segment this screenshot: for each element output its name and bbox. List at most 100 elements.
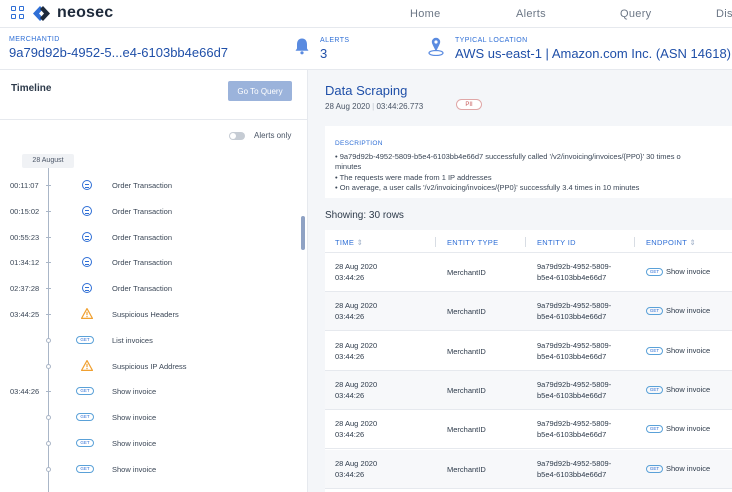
location-value: AWS us-east-1 | Amazon.com Inc. (ASN 146… <box>455 46 732 61</box>
alert-detail-panel: Data Scraping 28 Aug 2020 | 03:44:26.773… <box>308 70 732 492</box>
warning-icon <box>81 308 93 319</box>
cell-entity-id[interactable]: 9a79d92b-4952-5809- <box>537 262 611 272</box>
top-nav: neosec Home Alerts Query Dis <box>0 0 732 28</box>
nav-alerts[interactable]: Alerts <box>516 8 546 20</box>
timeline-label: Show invoice <box>112 465 157 474</box>
cell-endpoint[interactable]: Show invoice <box>666 267 710 277</box>
get-method-badge: GET <box>76 336 94 344</box>
timeline-tick <box>46 211 51 212</box>
col-time[interactable]: TIME ⇕ <box>335 238 363 247</box>
transaction-icon <box>82 257 92 267</box>
nav-query[interactable]: Query <box>620 8 651 20</box>
neosec-logo-icon <box>33 6 50 21</box>
cell-entity-type: MerchantID <box>447 268 486 277</box>
get-method-badge: GET <box>76 465 94 473</box>
table-row[interactable]: 28 Aug 2020 03:44:26 MerchantID 9a79d92b-49… <box>325 410 732 450</box>
cell-entity-id[interactable]: 9a79d92b-4952-5809- <box>537 341 611 351</box>
merchant-caption: MERCHANTID <box>9 36 60 43</box>
nav-discover[interactable]: Dis <box>716 8 732 20</box>
brand-name: neosec <box>57 4 114 21</box>
timeline-time: 00:11:07 <box>10 181 39 190</box>
timeline-label: Suspicious IP Address <box>112 362 187 371</box>
col-endpoint[interactable]: ENDPOINT ⇕ <box>646 238 696 247</box>
table-row[interactable]: 28 Aug 2020 03:44:26 MerchantID 9a79d92b-49… <box>325 292 732 332</box>
timeline-label: Order Transaction <box>112 258 173 267</box>
cell-date: 28 Aug 2020 <box>335 340 378 350</box>
description-line: • The requests were made from 1 IP addre… <box>335 173 492 182</box>
cell-entity-id[interactable]: 9a79d92b-4952-5809- <box>537 419 611 429</box>
cell-entity-id[interactable]: b5e4-6103bb4e66d7 <box>537 391 606 401</box>
cell-entity-id[interactable]: 9a79d92b-4952-5809- <box>537 459 611 469</box>
table-row[interactable]: 28 Aug 2020 03:44:26 MerchantID 9a79d92b-49… <box>325 370 732 410</box>
timeline-time: 03:44:26 <box>10 387 40 396</box>
nav-home[interactable]: Home <box>410 8 441 20</box>
location-caption: TYPICAL LOCATION <box>455 37 528 44</box>
go-to-query-button[interactable]: Go To Query <box>228 81 292 101</box>
cell-entity-id[interactable]: b5e4-6103bb4e66d7 <box>537 273 606 283</box>
cell-time: 03:44:26 <box>335 430 365 440</box>
cell-endpoint[interactable]: Show invoice <box>666 306 710 316</box>
timeline-dot <box>46 467 51 472</box>
cell-time: 03:44:26 <box>335 312 365 322</box>
column-separator[interactable] <box>634 237 635 247</box>
apps-grid-icon[interactable] <box>11 6 25 20</box>
timeline-dot <box>46 441 51 446</box>
cell-entity-id[interactable]: b5e4-6103bb4e66d7 <box>537 352 606 362</box>
timeline-label: Suspicious Headers <box>112 310 179 319</box>
sort-icon[interactable]: ⇕ <box>357 238 364 247</box>
timeline-time: 00:15:02 <box>10 207 40 216</box>
get-method-badge: GET <box>646 268 663 276</box>
merchant-id: 9a79d92b-4952-5...e4-6103bb4e66d7 <box>9 45 229 60</box>
timeline-label: Order Transaction <box>112 207 173 216</box>
column-separator[interactable] <box>525 237 526 247</box>
transaction-icon <box>82 232 92 242</box>
alert-title: Data Scraping <box>325 83 408 98</box>
column-separator[interactable] <box>435 237 436 247</box>
cell-endpoint[interactable]: Show invoice <box>666 385 710 395</box>
sort-icon[interactable]: ⇕ <box>689 238 696 247</box>
get-method-badge: GET <box>646 425 663 434</box>
cell-time: 03:44:26 <box>335 273 365 282</box>
cell-time: 03:44:26 <box>335 390 365 400</box>
divider <box>0 119 308 120</box>
alerts-only-label: Alerts only <box>254 131 292 140</box>
date-chip: 28 August <box>22 154 74 168</box>
timeline-time: 02:37:28 <box>10 284 40 293</box>
table-row[interactable]: 28 Aug 2020 03:44:26 MerchantID 9a79d92b-49… <box>325 332 732 371</box>
timeline-scrollbar[interactable] <box>301 216 305 250</box>
cell-entity-id[interactable]: b5e4-6103bb4e66d7 <box>537 470 606 480</box>
alert-date: 28 Aug 2020 <box>325 102 370 111</box>
get-method-badge: GET <box>646 464 663 473</box>
cell-endpoint[interactable]: Show invoice <box>666 424 710 434</box>
location-pin-icon <box>428 37 444 56</box>
table-row[interactable]: 28 Aug 2020 03:44:26 MerchantID 9a79d92b-49… <box>325 253 732 292</box>
events-table: TIME ⇕ ENTITY TYPE ENTITY ID ENDPOINT ⇕ … <box>325 230 732 492</box>
cell-endpoint[interactable]: Show invoice <box>666 464 710 474</box>
transaction-icon <box>82 206 92 216</box>
alerts-only-toggle[interactable] <box>229 132 245 140</box>
get-method-badge: GET <box>646 385 663 394</box>
cell-entity-id[interactable]: b5e4-6103bb4e66d7 <box>537 430 606 440</box>
timeline-label: Order Transaction <box>112 284 173 293</box>
timeline-title: Timeline <box>11 83 52 94</box>
description-line: • On average, a user calls '/v2/invoicin… <box>335 183 640 192</box>
col-entity-type[interactable]: ENTITY TYPE <box>447 238 498 247</box>
transaction-icon <box>82 283 92 293</box>
cell-endpoint[interactable]: Show invoice <box>666 346 710 356</box>
timeline-dot <box>46 338 51 343</box>
cell-date: 28 Aug 2020 <box>335 301 378 311</box>
cell-time: 03:44:26 <box>335 469 365 479</box>
cell-entity-type: MerchantID <box>447 464 486 474</box>
col-entity-id[interactable]: ENTITY ID <box>537 238 576 247</box>
timeline-tick <box>46 391 51 392</box>
cell-entity-type: MerchantID <box>447 307 486 317</box>
cell-entity-id[interactable]: 9a79d92b-4952-5809- <box>537 301 611 311</box>
timeline-label: Order Transaction <box>112 181 173 190</box>
cell-entity-id[interactable]: b5e4-6103bb4e66d7 <box>537 312 606 322</box>
pii-badge: PII <box>456 99 482 110</box>
description-caption: DESCRIPTION <box>335 140 383 147</box>
timeline-tick <box>46 288 51 289</box>
timeline-panel: Timeline Go To Query Alerts only 28 Augu… <box>0 70 308 492</box>
cell-entity-id[interactable]: 9a79d92b-4952-5809- <box>537 380 611 390</box>
table-row[interactable]: 28 Aug 2020 03:44:26 MerchantID 9a79d92b-49… <box>325 449 732 489</box>
